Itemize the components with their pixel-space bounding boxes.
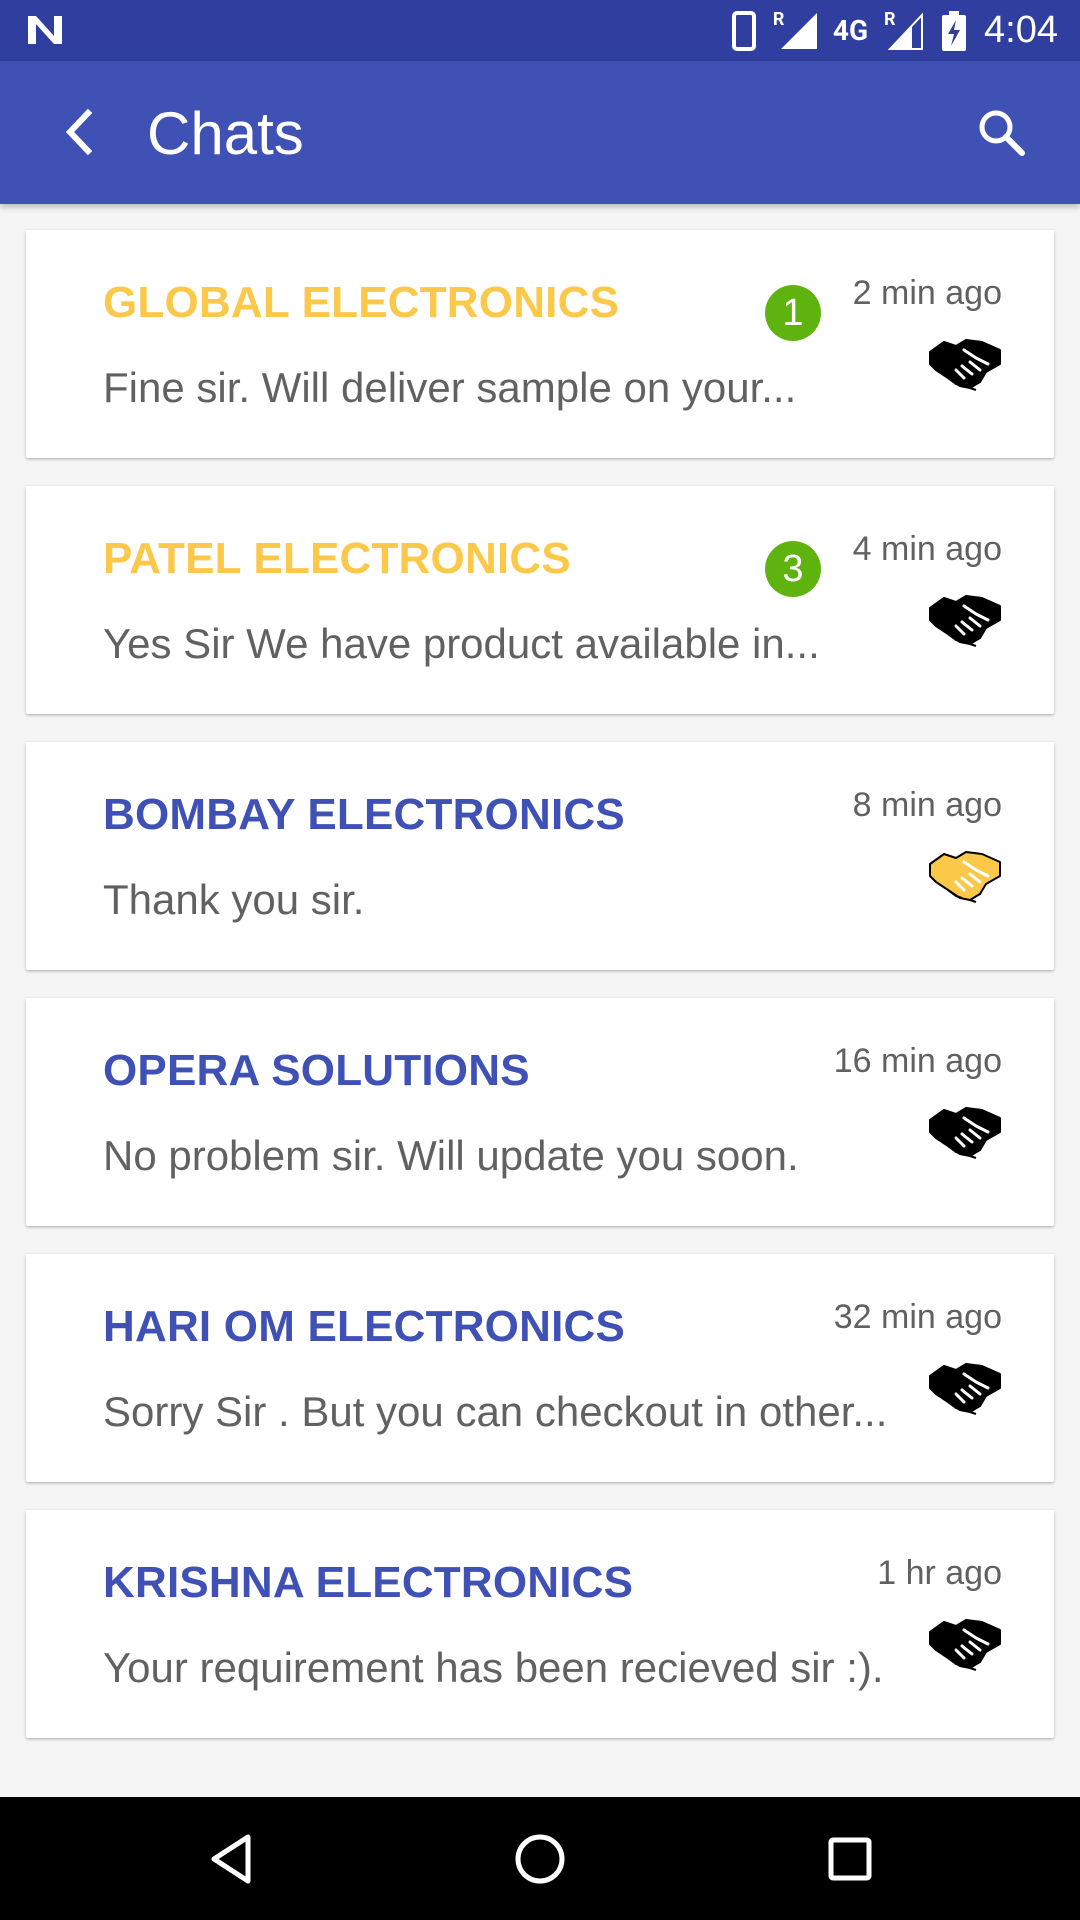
chat-last-message: Thank you sir. bbox=[103, 876, 365, 923]
chat-last-message: Your requirement has been recieved sir :… bbox=[103, 1644, 884, 1691]
page-title: Chats bbox=[147, 100, 304, 167]
unread-count-badge: 1 bbox=[765, 285, 821, 341]
chat-name: OPERA SOLUTIONS bbox=[103, 1046, 530, 1095]
chat-name: PATEL ELECTRONICS bbox=[103, 534, 571, 583]
search-icon[interactable] bbox=[974, 105, 1030, 161]
handshake-icon[interactable] bbox=[926, 1614, 1004, 1672]
chat-last-message: No problem sir. Will update you soon. bbox=[103, 1132, 799, 1179]
chat-timestamp: 32 min ago bbox=[833, 1298, 1002, 1336]
signal-group-1: R bbox=[773, 9, 817, 51]
recents-square-icon[interactable] bbox=[822, 1831, 878, 1887]
chat-card[interactable]: GLOBAL ELECTRONICS 1 2 min ago Fine sir. Wi… bbox=[26, 230, 1054, 458]
chat-list: GLOBAL ELECTRONICS 1 2 min ago Fine sir. Wi… bbox=[26, 230, 1054, 1766]
chat-timestamp: 2 min ago bbox=[852, 274, 1002, 312]
home-circle-icon[interactable] bbox=[512, 1831, 568, 1887]
chat-card[interactable]: PATEL ELECTRONICS 3 4 min ago Yes Sir We ha… bbox=[26, 486, 1054, 714]
chat-timestamp: 4 min ago bbox=[852, 530, 1002, 568]
status-icons: R 4G R 4:04 bbox=[731, 0, 1058, 61]
chat-timestamp: 1 hr ago bbox=[877, 1554, 1002, 1592]
handshake-icon[interactable] bbox=[926, 1358, 1004, 1416]
chat-last-message: Fine sir. Will deliver sample on your... bbox=[103, 364, 797, 411]
chat-timestamp: 8 min ago bbox=[852, 786, 1002, 824]
handshake-icon[interactable] bbox=[926, 846, 1004, 904]
chat-timestamp: 16 min ago bbox=[833, 1042, 1002, 1080]
signal-icon bbox=[888, 11, 924, 50]
unread-count-badge: 3 bbox=[765, 541, 821, 597]
chat-name: KRISHNA ELECTRONICS bbox=[103, 1558, 634, 1607]
network-type: 4G bbox=[832, 14, 869, 47]
handshake-icon[interactable] bbox=[926, 334, 1004, 392]
navigation-bar bbox=[0, 1797, 1080, 1920]
back-triangle-icon[interactable] bbox=[204, 1831, 260, 1887]
chat-card[interactable]: OPERA SOLUTIONS 16 min ago No problem sir.… bbox=[26, 998, 1054, 1226]
battery-charging-icon bbox=[942, 10, 967, 51]
chat-card[interactable]: HARI OM ELECTRONICS 32 min ago Sorry Sir .… bbox=[26, 1254, 1054, 1482]
chat-name: GLOBAL ELECTRONICS bbox=[103, 278, 620, 327]
chat-card[interactable]: BOMBAY ELECTRONICS 8 min ago Thank you sir… bbox=[26, 742, 1054, 970]
chat-card[interactable]: KRISHNA ELECTRONICS 1 hr ago Your requirem… bbox=[26, 1510, 1054, 1738]
clock: 4:04 bbox=[984, 9, 1058, 51]
chat-name: BOMBAY ELECTRONICS bbox=[103, 790, 625, 839]
handshake-icon[interactable] bbox=[926, 1102, 1004, 1160]
notification-n-icon bbox=[28, 16, 62, 44]
app-bar: Chats bbox=[0, 61, 1080, 204]
status-bar: R 4G R 4:04 bbox=[0, 0, 1080, 61]
chat-last-message: Yes Sir We have product available in... bbox=[103, 620, 820, 667]
handshake-icon[interactable] bbox=[926, 590, 1004, 648]
chat-last-message: Sorry Sir . But you can checkout in othe… bbox=[103, 1388, 888, 1435]
chat-name: HARI OM ELECTRONICS bbox=[103, 1302, 626, 1351]
signal-icon bbox=[780, 12, 817, 49]
signal-group-2: R bbox=[884, 9, 924, 51]
phone-icon bbox=[731, 10, 756, 51]
back-arrow-icon[interactable] bbox=[56, 105, 106, 159]
